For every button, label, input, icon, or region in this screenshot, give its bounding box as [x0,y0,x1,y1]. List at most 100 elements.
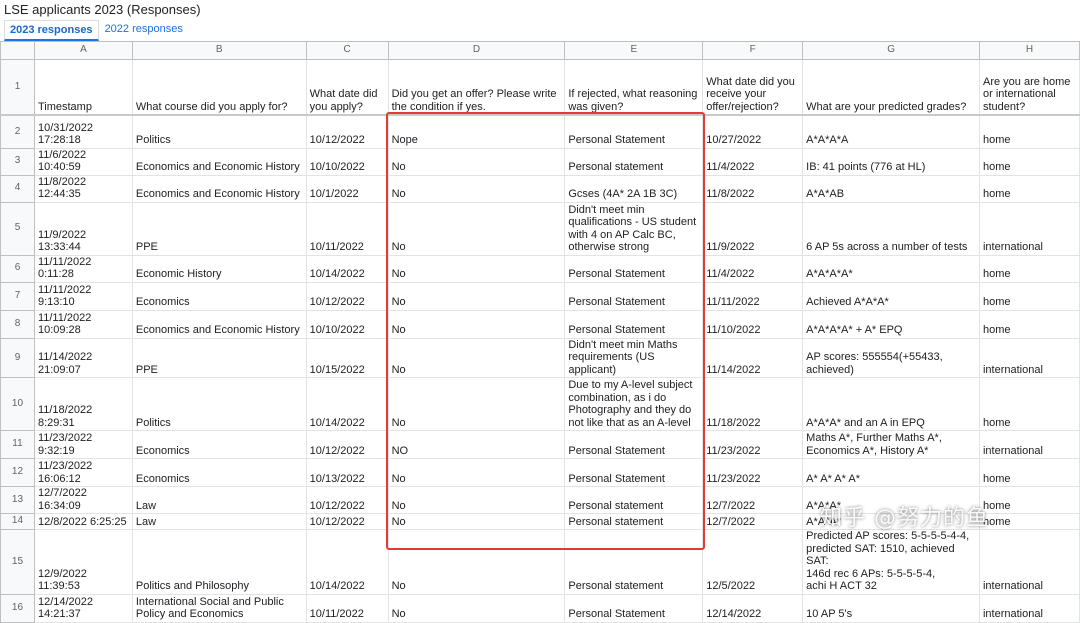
timestamp-cell[interactable]: 12/14/2022 14:21:37 [33,593,133,623]
residency-cell[interactable]: home [978,147,1080,176]
course-cell[interactable]: International Social and Public Policy a… [131,593,307,623]
rejection-reason-cell[interactable]: Personal Statement [564,114,704,149]
offer-cell[interactable]: Nope [387,114,566,149]
header-cell-offer[interactable]: Did you get an offer? Please write the c… [387,59,566,116]
rejection-reason-cell[interactable]: Didn't meet min Maths requirements (US a… [564,337,704,378]
header-cell-timestamp[interactable]: Timestamp [33,59,133,116]
rejection-reason-cell[interactable]: Didn't meet min qualifications - US stud… [564,201,704,256]
row-number[interactable]: 13 [0,486,35,514]
row-number[interactable]: 5 [0,201,35,256]
apply-date-cell[interactable]: 10/14/2022 [305,529,389,595]
rejection-reason-cell[interactable]: Personal statement [564,529,704,595]
residency-cell[interactable]: international [978,593,1080,623]
row-number[interactable]: 10 [0,377,35,431]
row-number[interactable]: 9 [0,337,35,378]
course-cell[interactable]: Law [131,513,307,530]
header-cell-rejection-reason[interactable]: If rejected, what reasoning was given? [564,59,704,116]
timestamp-cell[interactable]: 12/9/2022 11:39:53 [33,529,133,595]
predicted-grades-cell[interactable]: A*A*AB [802,174,980,203]
select-all-corner[interactable] [0,41,35,60]
column-header-h[interactable]: H [978,41,1080,60]
row-number[interactable]: 11 [0,430,35,459]
residency-cell[interactable]: home [978,254,1080,283]
predicted-grades-cell[interactable]: Maths A*, Further Maths A*, Economics A*… [802,430,980,459]
row-number[interactable]: 8 [0,309,35,339]
decision-date-cell[interactable]: 11/14/2022 [702,337,804,378]
rejection-reason-cell[interactable]: Gcses (4A* 2A 1B 3C) [564,174,704,203]
residency-cell[interactable]: home [978,513,1080,530]
offer-cell[interactable]: No [387,201,566,256]
residency-cell[interactable]: home [978,309,1080,339]
decision-date-cell[interactable]: 11/11/2022 [702,281,804,311]
residency-cell[interactable]: home [978,114,1080,149]
header-cell-apply-date[interactable]: What date did you apply? [305,59,389,116]
predicted-grades-cell[interactable]: 6 AP 5s across a number of tests [802,201,980,256]
decision-date-cell[interactable]: 11/9/2022 [702,201,804,256]
apply-date-cell[interactable]: 10/1/2022 [305,174,389,203]
apply-date-cell[interactable]: 10/15/2022 [305,337,389,378]
tab-2023-responses[interactable]: 2023 responses [4,20,99,41]
column-header-b[interactable]: B [131,41,307,60]
residency-cell[interactable]: international [978,430,1080,459]
predicted-grades-cell[interactable]: A*A*A*A [802,114,980,149]
decision-date-cell[interactable]: 11/4/2022 [702,147,804,176]
apply-date-cell[interactable]: 10/12/2022 [305,486,389,514]
decision-date-cell[interactable]: 11/18/2022 [702,377,804,431]
rejection-reason-cell[interactable]: Due to my A-level subject combination, a… [564,377,704,431]
predicted-grades-cell[interactable]: A*A*A* and an A in EPQ [802,377,980,431]
course-cell[interactable]: PPE [131,337,307,378]
predicted-grades-cell[interactable]: Predicted AP scores: 5-5-5-5-4-4, predic… [802,529,980,595]
offer-cell[interactable]: No [387,337,566,378]
residency-cell[interactable]: home [978,281,1080,311]
rejection-reason-cell[interactable]: Personal Statement [564,309,704,339]
predicted-grades-cell[interactable]: A*A*A*A* + A* EPQ [802,309,980,339]
timestamp-cell[interactable]: 11/14/2022 21:09:07 [33,337,133,378]
residency-cell[interactable]: home [978,486,1080,514]
row-number[interactable]: 12 [0,458,35,487]
offer-cell[interactable]: No [387,147,566,176]
timestamp-cell[interactable]: 11/9/2022 13:33:44 [33,201,133,256]
course-cell[interactable]: PPE [131,201,307,256]
rejection-reason-cell[interactable]: Personal Statement [564,281,704,311]
predicted-grades-cell[interactable]: A* A* A* A* [802,458,980,487]
timestamp-cell[interactable]: 10/31/2022 17:28:18 [33,114,133,149]
rejection-reason-cell[interactable]: Personal Statement [564,254,704,283]
predicted-grades-cell[interactable]: 10 AP 5's [802,593,980,623]
rejection-reason-cell[interactable]: Personal Statement [564,458,704,487]
timestamp-cell[interactable]: 11/23/2022 9:32:19 [33,430,133,459]
header-cell-residency[interactable]: Are you are home or international studen… [978,59,1080,116]
rejection-reason-cell[interactable]: Personal Statement [564,593,704,623]
predicted-grades-cell[interactable]: A*A*A*A* [802,254,980,283]
offer-cell[interactable]: No [387,377,566,431]
tab-2022-responses[interactable]: 2022 responses [99,20,189,39]
column-header-c[interactable]: C [305,41,389,60]
course-cell[interactable]: Economics and Economic History [131,309,307,339]
row-number[interactable]: 14 [0,513,35,530]
column-header-f[interactable]: F [702,41,804,60]
offer-cell[interactable]: No [387,254,566,283]
column-header-a[interactable]: A [33,41,133,60]
row-number[interactable]: 15 [0,529,35,595]
row-number[interactable]: 4 [0,174,35,203]
rejection-reason-cell[interactable]: Personal statement [564,147,704,176]
course-cell[interactable]: Politics [131,377,307,431]
row-number[interactable]: 2 [0,114,35,149]
timestamp-cell[interactable]: 11/6/2022 10:40:59 [33,147,133,176]
apply-date-cell[interactable]: 10/10/2022 [305,147,389,176]
decision-date-cell[interactable]: 12/14/2022 [702,593,804,623]
decision-date-cell[interactable]: 10/27/2022 [702,114,804,149]
rejection-reason-cell[interactable]: Personal statement [564,486,704,514]
timestamp-cell[interactable]: 11/8/2022 12:44:35 [33,174,133,203]
course-cell[interactable]: Law [131,486,307,514]
apply-date-cell[interactable]: 10/14/2022 [305,377,389,431]
timestamp-cell[interactable]: 11/11/2022 0:11:28 [33,254,133,283]
course-cell[interactable]: Economics [131,281,307,311]
predicted-grades-cell[interactable]: IB: 41 points (776 at HL) [802,147,980,176]
decision-date-cell[interactable]: 11/10/2022 [702,309,804,339]
residency-cell[interactable]: international [978,201,1080,256]
offer-cell[interactable]: NO [387,430,566,459]
decision-date-cell[interactable]: 12/7/2022 [702,513,804,530]
rejection-reason-cell[interactable]: Personal statement [564,513,704,530]
header-cell-predicted-grades[interactable]: What are your predicted grades? [802,59,980,116]
column-header-g[interactable]: G [802,41,980,60]
